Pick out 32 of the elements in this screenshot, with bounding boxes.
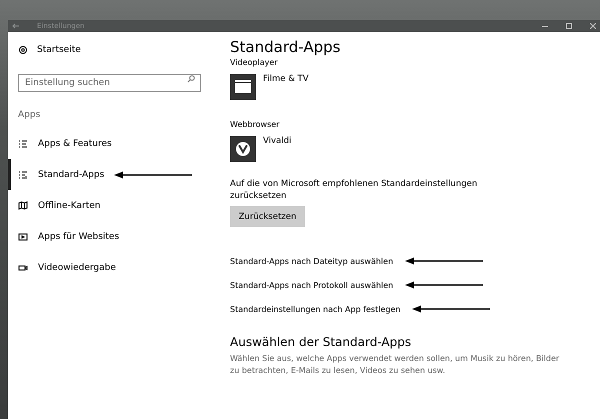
list-icon [18,170,28,180]
close-icon[interactable] [590,23,596,29]
settings-icon[interactable] [18,45,28,55]
group-heading: Videoplayer [230,58,279,67]
sidebar-item[interactable]: Apps für Websites [8,221,210,252]
reset-description: Auf die von Microsoft empfohlenen Standardeinstellungen zurücksetzen [230,178,478,202]
section-title: Auswählen der Standard-Apps [230,335,412,349]
search-field[interactable]: Einstellung suchen [18,74,201,92]
home-link[interactable]: Startseite [37,45,81,55]
sidebar-item[interactable]: Apps & Features [8,128,210,159]
camera-icon [18,262,28,272]
back-icon[interactable] [12,23,19,29]
maximize-icon[interactable] [566,23,572,29]
section-description: Wählen Sie aus, welche Apps verwendet werden sollen, um Musik zu hören, Bilder zu betrachten, E-Mails zu lesen, Videos zu sehen usw. [230,353,560,377]
sidebar-item[interactable]: Standard-Apps [8,159,210,190]
sidebar-item[interactable]: Videowiedergabe [8,252,210,283]
sidebar-item[interactable]: Offline-Karten [8,190,210,221]
group-heading: Webbrowser [230,120,280,129]
vivaldi-icon [230,136,256,162]
settings-link[interactable]: Standard-Apps nach Protokoll auswählen [230,280,394,290]
section-label: Apps [18,110,42,120]
app-name[interactable]: Vivaldi [263,136,292,162]
reset-button[interactable]: Zurücksetzen [230,206,305,227]
settings-link[interactable]: Standard-Apps nach Dateityp auswählen [230,256,394,266]
search-icon [187,75,195,83]
list-icon [18,138,28,148]
window-icon [18,232,28,242]
map-icon [18,200,28,210]
settings-link[interactable]: Standardeinstellungen nach App festlegen [230,304,400,314]
page-title: Standard-Apps [230,38,342,56]
clapperboard-icon [230,74,256,100]
app-name[interactable]: Filme & TV [263,74,309,100]
